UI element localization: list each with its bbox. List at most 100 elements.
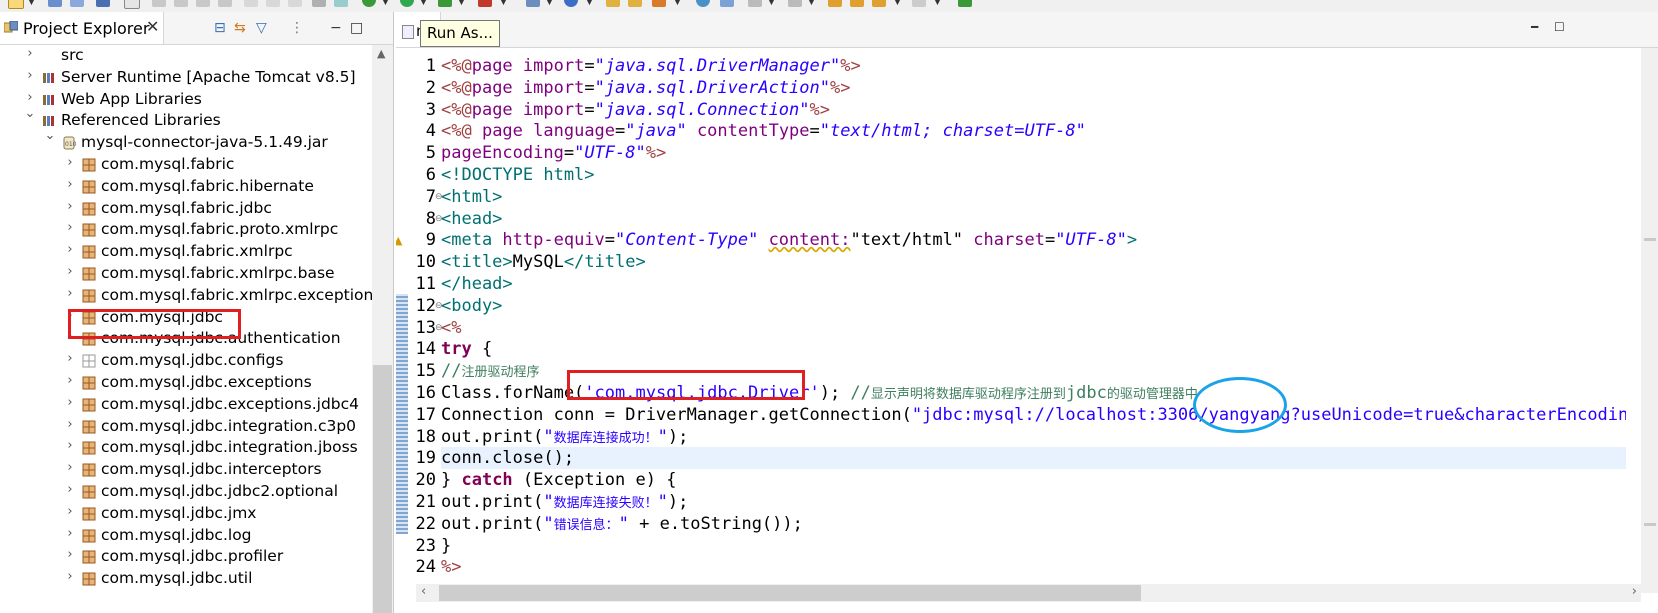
chevron-down-icon[interactable]: ▼ <box>458 0 465 7</box>
tree-item[interactable]: › com.mysql.fabric.proto.xmlrpc <box>0 218 372 241</box>
use-step-filters-icon[interactable] <box>312 0 326 7</box>
chevron-right-icon[interactable]: › <box>64 569 76 584</box>
code-line[interactable]: <html> <box>441 186 1626 208</box>
chevron-right-icon[interactable]: › <box>64 286 76 301</box>
minimize-icon[interactable]: − <box>330 20 342 36</box>
chevron-down-icon[interactable]: ▼ <box>934 0 941 7</box>
tree-item[interactable]: › com.mysql.fabric.jdbc <box>0 197 372 220</box>
search-icon[interactable] <box>124 0 140 9</box>
tree-item[interactable]: › com.mysql.fabric.xmlrpc <box>0 240 372 263</box>
link-with-editor-icon[interactable]: ⇆ <box>234 20 246 36</box>
chevron-right-icon[interactable]: › <box>64 220 76 235</box>
code-line[interactable]: out.print("错误信息：" + e.toString()); <box>441 513 1626 535</box>
new-server-icon[interactable] <box>526 0 540 7</box>
chevron-right-icon[interactable]: › <box>64 177 76 192</box>
filter-icon[interactable]: ▽ <box>256 20 267 36</box>
explorer-vertical-scrollbar[interactable]: ▲ <box>372 45 393 613</box>
new-icon[interactable] <box>8 0 24 9</box>
chevron-down-icon[interactable]: ⌄ <box>24 106 36 121</box>
next-icon[interactable] <box>912 0 926 7</box>
external-tools-icon[interactable] <box>478 0 492 7</box>
chevron-down-icon[interactable]: ▼ <box>894 0 901 7</box>
minimize-icon[interactable]: ━ <box>1531 20 1538 34</box>
scrollbar-thumb[interactable] <box>439 585 1141 601</box>
save-all-icon[interactable] <box>70 0 84 7</box>
code-line[interactable]: pageEncoding="UTF-8"%> <box>441 142 1626 164</box>
chevron-right-icon[interactable]: › <box>64 460 76 475</box>
tree-item[interactable]: › com.mysql.jdbc.configs <box>0 349 372 372</box>
terminate-icon[interactable] <box>196 0 210 7</box>
code-line[interactable]: <% <box>441 317 1626 339</box>
chevron-down-icon[interactable]: ▼ <box>808 0 815 7</box>
search-files-icon[interactable] <box>720 0 734 7</box>
chevron-right-icon[interactable]: › <box>64 438 76 453</box>
code-area[interactable]: <%@page import="java.sql.DriverManager"%… <box>441 48 1626 588</box>
code-line[interactable]: <head> <box>441 208 1626 230</box>
tree-item[interactable]: › com.mysql.jdbc.exceptions <box>0 371 372 394</box>
scroll-left-icon[interactable]: ‹ <box>421 584 426 599</box>
step-over-icon[interactable] <box>266 0 280 7</box>
tree-item[interactable]: › com.mysql.jdbc.integration.jboss <box>0 436 372 459</box>
chevron-right-icon[interactable]: › <box>64 373 76 388</box>
chevron-right-icon[interactable]: › <box>64 351 76 366</box>
code-line[interactable]: <meta http-equiv="Content-Type" content:… <box>441 229 1626 251</box>
editor-horizontal-scrollbar[interactable]: ‹ › <box>416 584 1641 602</box>
tree-item[interactable]: › com.mysql.jdbc.util <box>0 567 372 590</box>
chevron-right-icon[interactable]: › <box>64 482 76 497</box>
tree-item[interactable]: › Server Runtime [Apache Tomcat v8.5] <box>0 66 372 89</box>
code-line[interactable]: </head> <box>441 273 1626 295</box>
warning-icon[interactable]: ▲ <box>396 234 402 247</box>
chevron-right-icon[interactable]: › <box>64 417 76 432</box>
chevron-right-icon[interactable]: › <box>64 504 76 519</box>
chevron-down-icon[interactable]: ▼ <box>674 0 681 7</box>
step-return-icon[interactable] <box>288 0 302 7</box>
open-type-icon[interactable] <box>606 0 620 7</box>
pen-icon[interactable] <box>652 0 666 7</box>
chevron-right-icon[interactable]: › <box>64 395 76 410</box>
code-line[interactable]: <%@ page language="java" contentType="te… <box>441 120 1626 142</box>
tree-item[interactable]: › com.mysql.jdbc.integration.c3p0 <box>0 415 372 438</box>
step-icon[interactable] <box>152 0 166 7</box>
step-into-icon[interactable] <box>244 0 258 7</box>
chevron-right-icon[interactable]: › <box>64 199 76 214</box>
chevron-down-icon[interactable]: ▼ <box>500 0 507 7</box>
suspend-icon[interactable] <box>174 0 188 7</box>
maximize-icon[interactable]: ☐ <box>1554 20 1565 34</box>
save-icon[interactable] <box>48 0 62 7</box>
tree-item[interactable]: › com.mysql.fabric <box>0 153 372 176</box>
debug-icon[interactable] <box>362 0 376 7</box>
code-line[interactable]: <title>MySQL</title> <box>441 251 1626 273</box>
perspective-icon[interactable] <box>958 0 972 7</box>
chevron-down-icon[interactable]: ▼ <box>382 0 389 7</box>
annotation-icon[interactable] <box>748 0 762 7</box>
chevron-down-icon[interactable]: ▼ <box>768 0 775 7</box>
chevron-right-icon[interactable]: › <box>64 264 76 279</box>
tree-item[interactable]: › com.mysql.jdbc.log <box>0 524 372 547</box>
tree-item[interactable]: › com.mysql.jdbc.profiler <box>0 545 372 568</box>
code-line[interactable]: %> <box>441 556 1626 578</box>
tree-item[interactable]: › com.mysql.fabric.xmlrpc.exceptions <box>0 284 372 307</box>
scrollbar-thumb[interactable] <box>373 365 392 613</box>
tab-project-explorer[interactable]: Project Explorer ✕ <box>0 12 164 44</box>
prev-annotation-icon[interactable] <box>788 0 802 7</box>
code-line[interactable]: try { <box>441 338 1626 360</box>
scroll-right-icon[interactable]: › <box>1632 584 1637 599</box>
chevron-down-icon[interactable]: ⌄ <box>44 128 56 143</box>
chevron-down-icon[interactable]: ▼ <box>586 0 593 7</box>
editor-vertical-scrollbar[interactable] <box>1641 48 1658 593</box>
skip-breakpoints-icon[interactable] <box>334 0 348 7</box>
tree-item[interactable]: ⌄ 010 mysql-connector-java-5.1.49.jar <box>0 128 372 154</box>
print-icon[interactable] <box>96 0 110 7</box>
code-line[interactable]: <%@page import="java.sql.DriverAction"%> <box>441 77 1626 99</box>
collapse-all-icon[interactable]: ⊟ <box>214 20 226 36</box>
chevron-right-icon[interactable]: › <box>64 526 76 541</box>
code-line[interactable]: } <box>441 535 1626 557</box>
disconnect-icon[interactable] <box>218 0 232 7</box>
code-line[interactable]: <%@page import="java.sql.Connection"%> <box>441 99 1626 121</box>
code-line[interactable]: <!DOCTYPE html> <box>441 164 1626 186</box>
chevron-right-icon[interactable]: › <box>24 68 36 83</box>
code-line[interactable]: <%@page import="java.sql.DriverManager"%… <box>441 55 1626 77</box>
overview-mark[interactable] <box>1644 238 1656 241</box>
maximize-icon[interactable]: □ <box>350 20 363 36</box>
open-task-icon[interactable] <box>628 0 642 7</box>
